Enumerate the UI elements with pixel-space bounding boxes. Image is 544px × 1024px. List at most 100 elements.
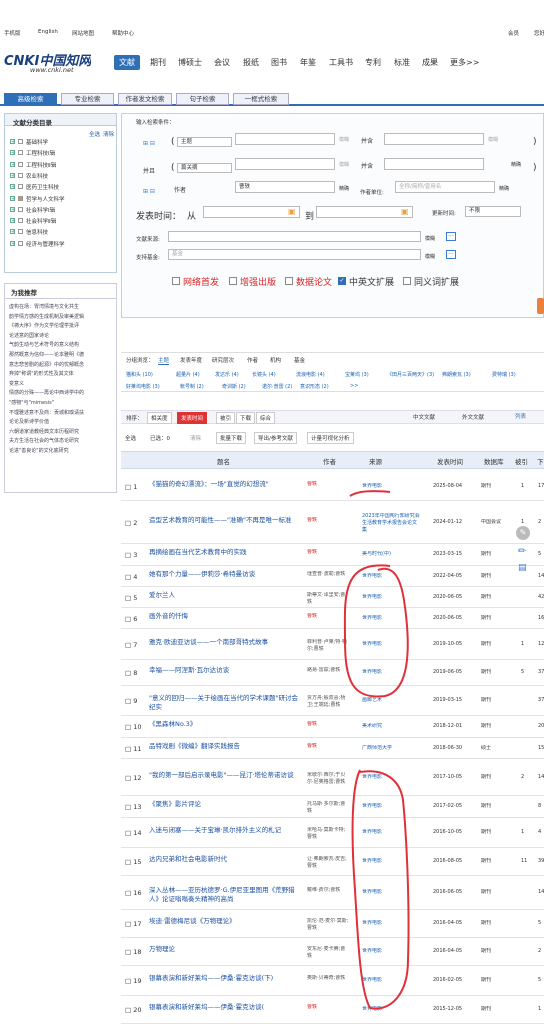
row-cite[interactable]: 1	[521, 641, 531, 648]
row-source[interactable]: 世界电影	[362, 641, 420, 648]
list-view-button[interactable]: 列表	[515, 412, 526, 420]
table-row[interactable]: □ 17 埃迪·雷德梅尼谈《万物理论》 凯伦·范·麦尔·莫斯;曹轶 世界电影 2016-…	[121, 910, 544, 938]
group-tab-2[interactable]: 研究层次	[212, 356, 234, 364]
table-row[interactable]: □ 2 造型艺术教育的可能性——"准确"不再是唯一标准 曹轶 2023年中国陶行知研究…	[121, 501, 544, 544]
nav-2[interactable]: 博硕士	[178, 57, 202, 68]
option-label-3[interactable]: 中英文扩展	[349, 275, 394, 288]
catalog-checkbox[interactable]	[18, 206, 23, 212]
keyword-input-1[interactable]	[235, 133, 335, 145]
feedback-icon[interactable]: ✎	[516, 526, 530, 540]
nav-7[interactable]: 工具书	[329, 57, 353, 68]
group-item[interactable]: 弗朗索瓦 (3)	[442, 371, 471, 378]
catalog-checkbox[interactable]	[18, 172, 23, 178]
nav-8[interactable]: 专利	[365, 57, 381, 68]
group-item[interactable]: 流浪电影 (4)	[296, 371, 325, 378]
row-source[interactable]: 世界电影	[362, 669, 420, 676]
catalog-expand-icon[interactable]: +	[10, 150, 15, 156]
row-download[interactable]: 42	[538, 594, 544, 601]
option-checkbox-4[interactable]	[403, 277, 411, 285]
row-checkbox[interactable]: □ 6	[125, 615, 143, 624]
table-row[interactable]: □ 18 万物理论 安东尼·麦卡腾;曹轶 世界电影 2016-04-05 期刊 2	[121, 938, 544, 966]
row-author[interactable]: 路易·雷兹;曹轶	[307, 667, 350, 674]
row-title[interactable]: 《聚焦》影片评论	[149, 800, 304, 809]
group-item[interactable]: 发达乐 (4)	[215, 371, 239, 378]
recommend-item[interactable]: 变意义	[9, 380, 115, 387]
row-author[interactable]: 曹轶	[307, 549, 350, 556]
row-checkbox[interactable]: □ 4	[125, 573, 143, 582]
row-download[interactable]: 5	[538, 977, 544, 984]
source-input[interactable]	[168, 231, 421, 242]
row-title[interactable]: 入迷与闭塞——关于宝琳·凯尔排外主义的札记	[149, 826, 304, 835]
table-row[interactable]: □ 1 《猫猫的奇幻漂流》：一场"直觉的幻想流" 曹轶 世界电影 2025-08-04 期…	[121, 472, 544, 501]
row-download[interactable]: 17	[538, 483, 544, 490]
row-checkbox[interactable]: □ 14	[125, 829, 143, 838]
table-row[interactable]: □ 12 "我的第一部后启示录电影"——昆汀·塔伦蒂诺访谈 米歇尔·西尔;于贝尔·尼…	[121, 759, 544, 796]
row-author[interactable]: 曹轶	[307, 743, 350, 750]
row-author[interactable]: 曹轶	[307, 517, 350, 524]
row-download[interactable]: 14	[538, 573, 544, 580]
row-cite[interactable]: 5	[521, 669, 531, 676]
row-title[interactable]: 雅克·欧迪亚访谈——一个南部哥特式故事	[149, 638, 304, 647]
recommend-item[interactable]: 弃掉"称谓"的形式性及其文体	[9, 370, 115, 377]
group-item[interactable]: 《田月三百两天》(3)	[387, 371, 434, 378]
catalog-expand-icon[interactable]: +	[10, 206, 15, 212]
row-title[interactable]: 《猫猫的奇幻漂流》：一场"直觉的幻想流"	[149, 480, 304, 489]
row-cite[interactable]: 1	[521, 519, 531, 526]
sort-3[interactable]: 下载	[236, 412, 256, 424]
option-label-0[interactable]: 网络首发	[183, 275, 219, 288]
row-download[interactable]: 12	[538, 641, 544, 648]
row-author[interactable]: 托马斯·多尔斯;曹轶	[307, 801, 350, 815]
catalog-item[interactable]: 农业科技	[26, 172, 48, 180]
row-author[interactable]: 菲利普·卢莱;特·帕尔;曹轶	[307, 639, 350, 653]
row-title[interactable]: 画外音的忏悔	[149, 612, 304, 621]
sort-4[interactable]: 综合	[256, 412, 276, 424]
catalog-item[interactable]: 信息科技	[26, 228, 48, 236]
row-checkbox[interactable]: □ 19	[125, 977, 143, 986]
field-select-1[interactable]: 主题	[177, 137, 232, 147]
group-item[interactable]: 宝莱坞 (3)	[345, 371, 369, 378]
row-source[interactable]: 世界电影	[362, 615, 420, 622]
catalog-expand-icon[interactable]: +	[10, 184, 15, 190]
catalog-expand-icon[interactable]: +	[10, 172, 15, 178]
row-checkbox[interactable]: □ 8	[125, 669, 143, 678]
row-checkbox[interactable]: □ 12	[125, 774, 143, 783]
nav-3[interactable]: 会议	[214, 57, 230, 68]
row-author[interactable]: 米歇尔·西尔;于贝尔·尼奥格雷;曹轶	[307, 772, 350, 786]
row-download[interactable]: 2	[538, 948, 544, 955]
catalog-item[interactable]: 基础科学	[26, 138, 48, 146]
group-tab-4[interactable]: 机构	[270, 356, 281, 364]
nav-11[interactable]: 更多>>	[450, 57, 479, 68]
table-row[interactable]: □ 14 入迷与闭塞——关于宝琳·凯尔排外主义的札记 米哈乌·莫斯卡特;曹轶 世界电影…	[121, 818, 544, 848]
row-source[interactable]: 美与时代(中)	[362, 551, 420, 558]
row-title[interactable]: 她有那个力量——伊莉莎·希特曼访谈	[149, 570, 304, 579]
recommend-item[interactable]: 论述意的国家诗论	[9, 332, 115, 339]
row-title[interactable]: 再摘绘画在当代艺术教育中的实践	[149, 548, 304, 557]
and-select-1[interactable]: 并含	[361, 136, 373, 145]
group-tab-5[interactable]: 基金	[294, 356, 305, 364]
search-button[interactable]	[537, 298, 544, 314]
row-cite[interactable]: 1	[521, 829, 531, 836]
group-item[interactable]: 诺尔·普雷 (2)	[262, 383, 292, 390]
and-select-2[interactable]: 并且	[143, 166, 155, 175]
row-source[interactable]: 世界电影	[362, 829, 420, 836]
row-author[interactable]: 戴维·费尔;曹轶	[307, 887, 350, 894]
row-checkbox[interactable]: □ 13	[125, 803, 143, 812]
group-item[interactable]: >>	[350, 383, 358, 389]
row-download[interactable]: 4	[538, 829, 544, 836]
row-cite[interactable]: 1	[521, 483, 531, 490]
row-title[interactable]: 银幕表演和新好莱坞——伊桑·霍克访谈(下)	[149, 974, 304, 983]
row-author[interactable]: 曹轶	[307, 721, 350, 728]
recommend-item[interactable]: 论论及新诗学价值	[9, 418, 115, 425]
row-download[interactable]: 16	[538, 615, 544, 622]
sort-2[interactable]: 被引	[216, 412, 236, 424]
top-link-mobile[interactable]: 手机版	[4, 29, 21, 37]
sort-1[interactable]: 发表时间	[177, 412, 208, 424]
row-download[interactable]: 37	[538, 669, 544, 676]
catalog-expand-icon[interactable]: +	[10, 229, 15, 235]
recommend-item[interactable]: 论进"善良论"的文化底研究	[9, 447, 115, 454]
catalog-checkbox[interactable]	[18, 150, 23, 156]
catalog-checkbox[interactable]	[18, 195, 23, 201]
row-source[interactable]: 世界电影	[362, 483, 420, 490]
pencil-icon[interactable]: ✏	[518, 546, 526, 557]
group-item[interactable]: 猫和头 (10)	[126, 371, 153, 378]
